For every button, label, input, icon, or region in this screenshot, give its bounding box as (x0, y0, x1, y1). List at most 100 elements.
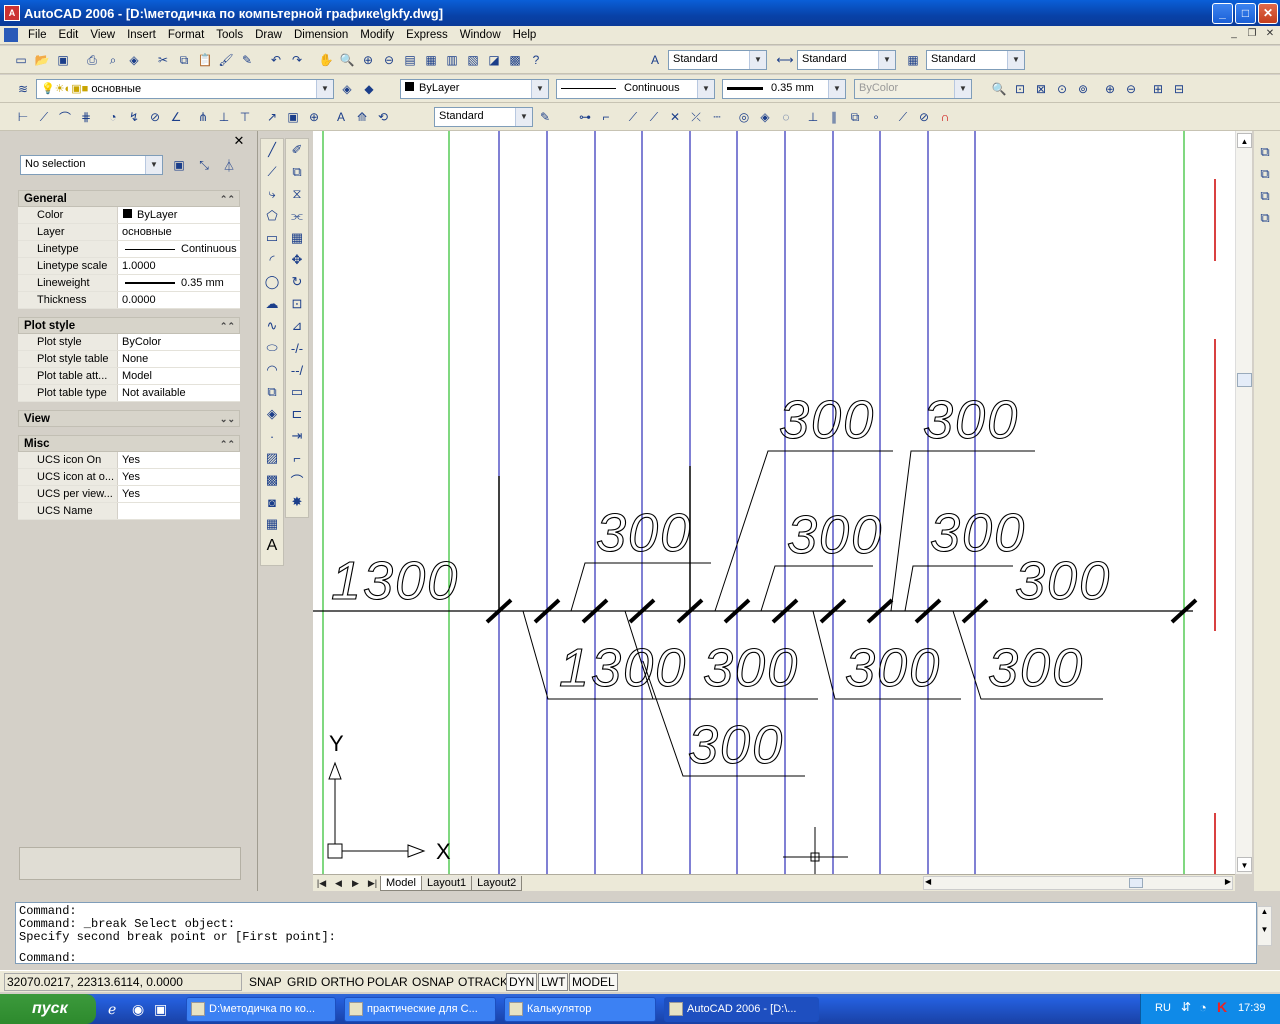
menu-help[interactable]: Help (507, 29, 543, 41)
zoom-window-icon[interactable]: ⊕ (359, 51, 377, 69)
leader-line[interactable] (760, 565, 873, 612)
block-editor-icon[interactable]: ✎ (238, 51, 256, 69)
selection-select[interactable]: No selection ▼ (20, 155, 163, 175)
model-toggle[interactable]: MODEL (569, 973, 618, 991)
layer-manager-icon[interactable]: ≋ (14, 80, 32, 98)
radius-dim-icon[interactable]: ◔ (104, 108, 122, 126)
tab-model[interactable]: Model (380, 875, 422, 891)
horizontal-scrollbar[interactable]: ◀ ▶ (923, 876, 1233, 890)
bring-to-front-icon[interactable]: ⧉ (1254, 141, 1276, 163)
osnap-extension-icon[interactable]: ┄ (708, 108, 726, 126)
polar-toggle[interactable]: POLAR (364, 973, 411, 991)
show-desktop-icon[interactable]: ▣ (154, 1001, 167, 1018)
start-button[interactable]: пуск (0, 994, 96, 1024)
make-block-icon[interactable]: ◈ (261, 403, 283, 425)
erase-icon[interactable]: ✐ (286, 139, 308, 161)
send-to-back-icon[interactable]: ⧉ (1254, 163, 1276, 185)
dim-edit-icon[interactable]: A (332, 108, 350, 126)
match-properties-icon[interactable]: 🖌 (217, 51, 235, 69)
send-under-icon[interactable]: ⧉ (1254, 207, 1276, 229)
qleader-icon[interactable]: ↗ (263, 108, 281, 126)
media-quicklaunch-icon[interactable]: ◉ (132, 1001, 144, 1018)
zoom-realtime2-icon[interactable]: 🔍 (990, 80, 1008, 98)
prop-row[interactable]: Plot table att... Model (18, 368, 240, 385)
dim-text-edit-icon[interactable]: ⟰ (353, 108, 371, 126)
open-icon[interactable]: 📂 (33, 51, 51, 69)
redo-icon[interactable]: ↷ (288, 51, 306, 69)
first-tab-icon[interactable]: |◀ (313, 876, 330, 891)
insert-block-icon[interactable]: ⧉ (261, 381, 283, 403)
undo-icon[interactable]: ↶ (267, 51, 285, 69)
stretch-icon[interactable]: ⊿ (286, 315, 308, 337)
last-tab-icon[interactable]: ▶| (364, 876, 381, 891)
osnap-insert-icon[interactable]: ⧉ (846, 108, 864, 126)
ellipse-arc-icon[interactable]: ◠ (261, 359, 283, 381)
prop-row[interactable]: Lineweight 0.35 mm (18, 275, 240, 292)
break-icon[interactable]: ⊏ (286, 403, 308, 425)
linear-dim-icon[interactable]: ⊢ (14, 108, 32, 126)
dim-style-select[interactable]: Standard ▼ (797, 50, 896, 70)
close-button[interactable]: ✕ (1258, 3, 1278, 24)
command-scrollbar[interactable]: ▲ ▼ (1257, 906, 1272, 946)
line-icon[interactable]: ╱ (261, 139, 283, 161)
antivirus-icon[interactable]: K (1217, 999, 1227, 1015)
lwt-toggle[interactable]: LWT (538, 973, 569, 991)
copy-icon[interactable]: ⧉ (175, 51, 193, 69)
ortho-toggle[interactable]: ORTHO (318, 973, 367, 991)
table-style-icon[interactable]: ▦ (904, 51, 922, 69)
document-icon[interactable] (4, 28, 18, 42)
doc-minimize-button[interactable]: _ (1226, 28, 1242, 42)
toggle-pickadd-icon[interactable]: ▣ (170, 156, 188, 174)
ordinate-dim-icon[interactable]: ⋕ (77, 108, 95, 126)
zoom-previous-icon[interactable]: ⊖ (380, 51, 398, 69)
prop-row[interactable]: Plot table type Not available (18, 385, 240, 402)
jogged-dim-icon[interactable]: ↯ (125, 108, 143, 126)
volume-icon[interactable]: ◔ (1199, 1000, 1207, 1015)
osnap-apparent-icon[interactable]: ⤫ (687, 108, 705, 126)
baseline-dim-icon[interactable]: ⊥ (215, 108, 233, 126)
revision-cloud-icon[interactable]: ☁ (261, 293, 283, 315)
zoom-dynamic-icon[interactable]: ⊡ (1011, 80, 1029, 98)
ie-quicklaunch-icon[interactable]: ℯ (108, 1001, 116, 1018)
layer-previous-icon[interactable]: ◆ (360, 80, 378, 98)
osnap-toggle[interactable]: OSNAP (409, 973, 457, 991)
menu-edit[interactable]: Edit (53, 29, 85, 41)
bring-above-icon[interactable]: ⧉ (1254, 185, 1276, 207)
task-calculator[interactable]: Калькулятор (504, 997, 656, 1022)
language-indicator[interactable]: RU (1155, 1002, 1171, 1014)
osnap-parallel-icon[interactable]: ∥ (825, 108, 843, 126)
scale-icon[interactable]: ⊡ (286, 293, 308, 315)
fillet-icon[interactable]: ⌒ (286, 469, 308, 491)
grid-toggle[interactable]: GRID (284, 973, 320, 991)
dim-style-icon[interactable]: ⟷ (776, 51, 794, 69)
prop-row[interactable]: Plot style ByColor (18, 334, 240, 351)
table-style-select[interactable]: Standard ▼ (926, 50, 1025, 70)
extend-icon[interactable]: --/ (286, 359, 308, 381)
scroll-down-icon[interactable]: ▼ (1237, 857, 1252, 872)
trim-icon[interactable]: -/- (286, 337, 308, 359)
join-icon[interactable]: ⇥ (286, 425, 308, 447)
hatch-icon[interactable]: ▨ (261, 447, 283, 469)
text-style-select[interactable]: Standard ▼ (668, 50, 767, 70)
menu-file[interactable]: File (22, 29, 53, 41)
pan-icon[interactable]: ✋ (317, 51, 335, 69)
menu-express[interactable]: Express (400, 29, 454, 41)
table-icon[interactable]: ▦ (261, 513, 283, 535)
menu-view[interactable]: View (84, 29, 121, 41)
minimize-button[interactable]: _ (1212, 3, 1233, 24)
diameter-dim-icon[interactable]: ⊘ (146, 108, 164, 126)
linetype-select[interactable]: Continuous ▼ (556, 79, 715, 99)
leader-line[interactable] (904, 565, 1013, 612)
otrack-toggle[interactable]: OTRACK (455, 973, 511, 991)
menu-window[interactable]: Window (454, 29, 507, 41)
move-icon[interactable]: ✥ (286, 249, 308, 271)
prop-row[interactable]: UCS icon at o... Yes (18, 469, 240, 486)
tolerance-icon[interactable]: ▣ (284, 108, 302, 126)
markup-icon[interactable]: ◪ (485, 51, 503, 69)
command-window[interactable]: Command: Command: _break Select object: … (15, 902, 1257, 965)
dim-style-manager-icon[interactable]: ✎ (536, 108, 554, 126)
chamfer-icon[interactable]: ⌐ (286, 447, 308, 469)
section-plot-style[interactable]: Plot style ⌃⌃ (18, 317, 240, 334)
drawing-canvas[interactable]: 1300 300 300 300 300 300 300 1300 300 300 300 300 Y… (313, 131, 1235, 874)
osnap-none-icon[interactable]: ⊘ (915, 108, 933, 126)
